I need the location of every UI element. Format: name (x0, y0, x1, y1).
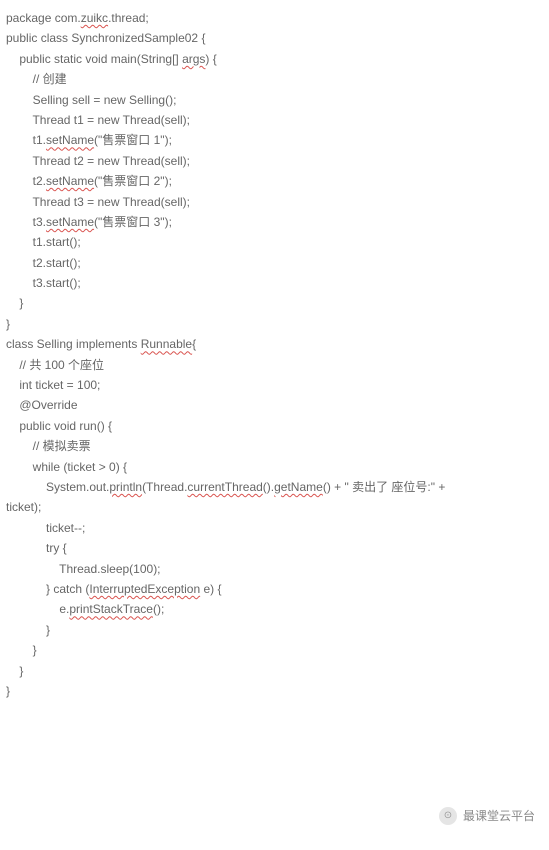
code-line: } (6, 681, 549, 701)
code-line: Thread t3 = new Thread(sell); (6, 192, 549, 212)
code-line: } catch (InterruptedException e) { (6, 579, 549, 599)
code-line: Thread t2 = new Thread(sell); (6, 151, 549, 171)
code-line: } (6, 314, 549, 334)
code-line: try { (6, 538, 549, 558)
code-line: t2.start(); (6, 253, 549, 273)
code-line: } (6, 661, 549, 681)
code-line: // 共 100 个座位 (6, 355, 549, 375)
code-line: } (6, 293, 549, 313)
code-line: e.printStackTrace(); (6, 599, 549, 619)
code-block: package com.zuikc.thread; public class S… (6, 8, 549, 701)
code-line: @Override (6, 395, 549, 415)
watermark: ⊙ 最课堂云平台 (439, 806, 535, 826)
code-line: Thread t1 = new Thread(sell); (6, 110, 549, 130)
code-line: t1.setName("售票窗口 1"); (6, 130, 549, 150)
code-line: class Selling implements Runnable{ (6, 334, 549, 354)
code-line: System.out.println(Thread.currentThread(… (6, 477, 549, 497)
code-line: } (6, 640, 549, 660)
code-line: ticket--; (6, 518, 549, 538)
code-line: while (ticket > 0) { (6, 457, 549, 477)
code-line: t3.setName("售票窗口 3"); (6, 212, 549, 232)
watermark-icon: ⊙ (439, 807, 457, 825)
code-line: package com.zuikc.thread; (6, 8, 549, 28)
code-line: t2.setName("售票窗口 2"); (6, 171, 549, 191)
code-line: Selling sell = new Selling(); (6, 90, 549, 110)
code-line: int ticket = 100; (6, 375, 549, 395)
code-line: t3.start(); (6, 273, 549, 293)
code-line: ticket); (6, 497, 549, 517)
code-line: } (6, 620, 549, 640)
code-line: t1.start(); (6, 232, 549, 252)
code-line: public class SynchronizedSample02 { (6, 28, 549, 48)
code-line: // 创建 (6, 69, 549, 89)
watermark-text: 最课堂云平台 (463, 806, 535, 826)
code-line: // 模拟卖票 (6, 436, 549, 456)
code-line: public static void main(String[] args) { (6, 49, 549, 69)
code-line: public void run() { (6, 416, 549, 436)
code-line: Thread.sleep(100); (6, 559, 549, 579)
